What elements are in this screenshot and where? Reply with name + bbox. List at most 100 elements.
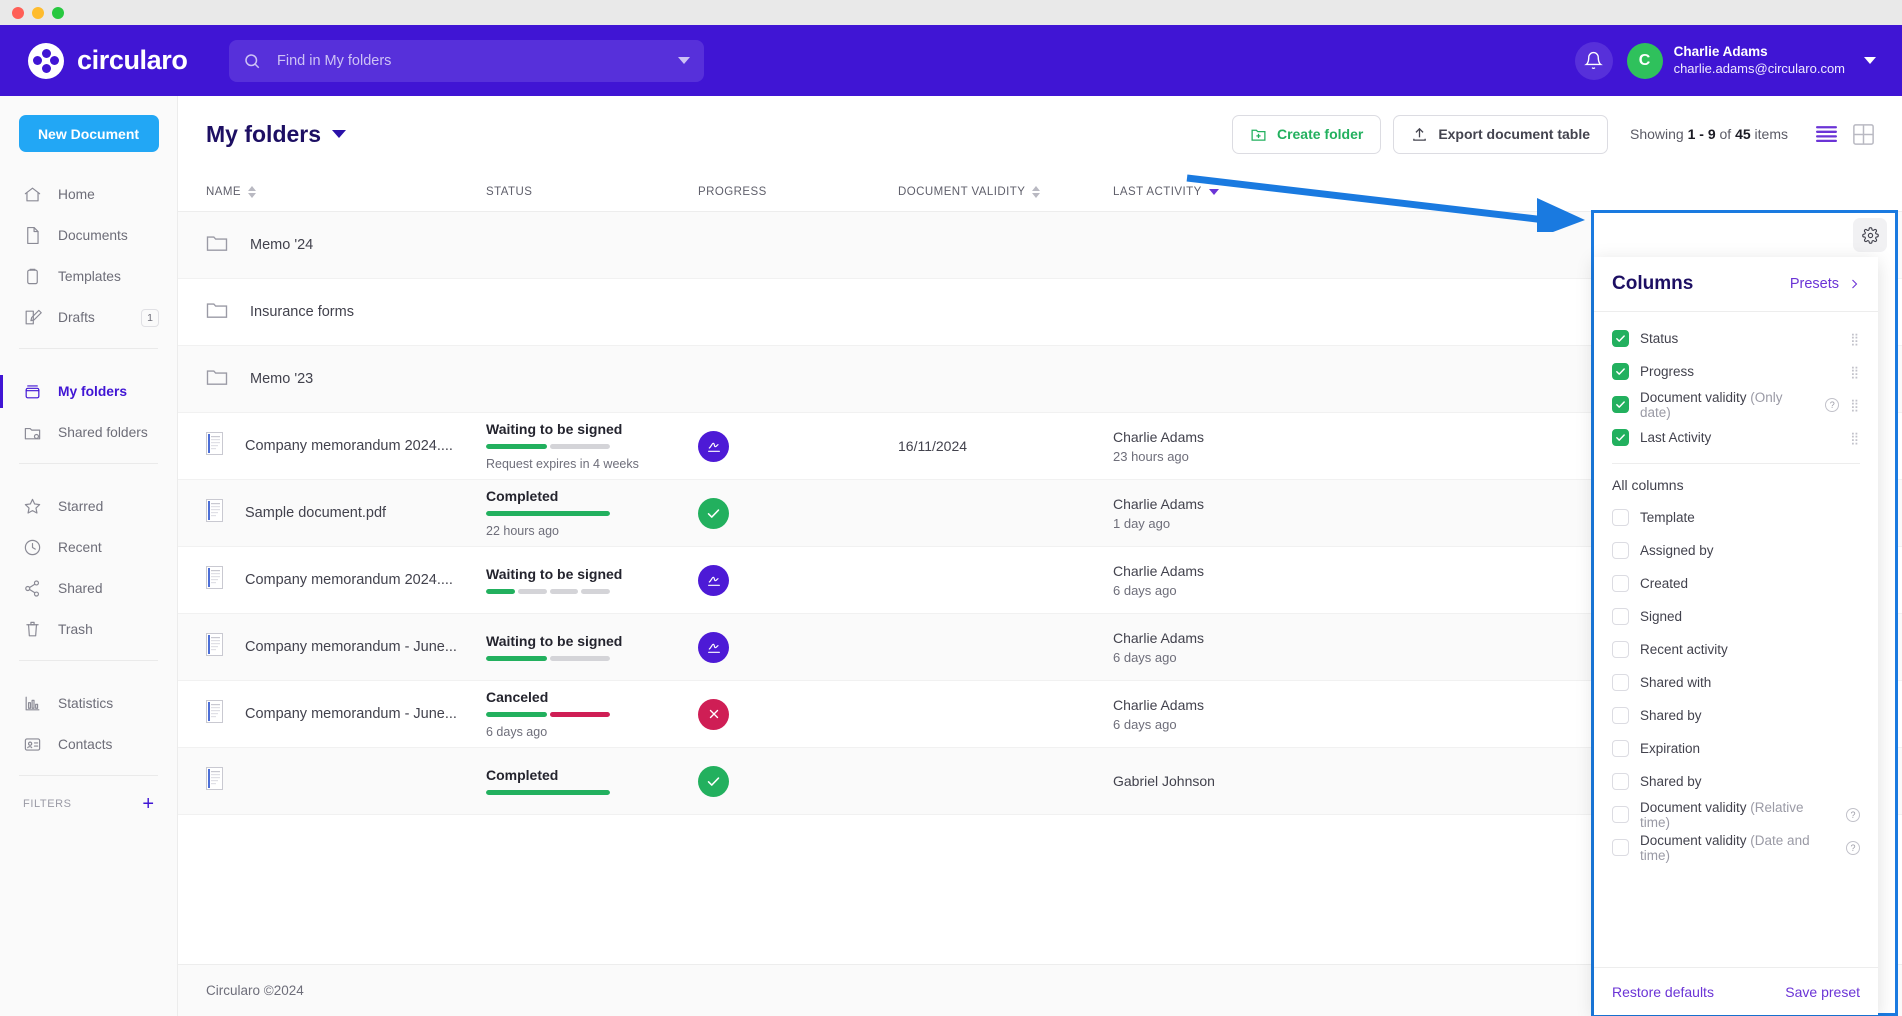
column-checkbox[interactable] xyxy=(1612,674,1629,691)
column-checkbox[interactable] xyxy=(1612,707,1629,724)
chevron-down-icon[interactable] xyxy=(1864,57,1876,64)
sort-icon[interactable] xyxy=(1032,186,1040,198)
notifications-button[interactable] xyxy=(1575,42,1613,80)
sidebar-group-2: Starred Recent SharedTrash xyxy=(0,486,177,650)
available-column-shared-by[interactable]: Shared by xyxy=(1594,765,1878,798)
column-label: Progress xyxy=(1640,364,1694,379)
sidebar-item-recent[interactable]: Recent xyxy=(0,527,177,568)
sidebar-item-home[interactable]: Home xyxy=(0,174,177,215)
row-progress-cell xyxy=(698,431,898,462)
save-preset-button[interactable]: Save preset xyxy=(1785,984,1860,1000)
column-header-progress[interactable]: PROGRESS xyxy=(698,186,898,198)
add-filter-icon[interactable]: + xyxy=(142,794,154,814)
available-column-document-validity-date-and-time[interactable]: Document validity (Date and time)? xyxy=(1594,831,1878,864)
sidebar-item-my-folders[interactable]: My folders xyxy=(0,371,177,412)
available-column-expiration[interactable]: Expiration xyxy=(1594,732,1878,765)
sidebar-item-shared-folders[interactable]: Shared folders xyxy=(0,412,177,453)
create-folder-button[interactable]: Create folder xyxy=(1232,115,1381,154)
drag-handle-icon[interactable]: ⣿ xyxy=(1850,336,1860,342)
filters-section: FILTERS + xyxy=(0,786,177,814)
progress-status-badge xyxy=(698,565,729,596)
sidebar-item-statistics[interactable]: Statistics xyxy=(0,683,177,724)
column-checkbox[interactable] xyxy=(1612,542,1629,559)
chevron-down-icon[interactable] xyxy=(678,57,690,64)
brand-logo[interactable]: circularo xyxy=(28,43,200,79)
column-label: Template xyxy=(1640,510,1695,525)
sidebar-item-starred[interactable]: Starred xyxy=(0,486,177,527)
sort-descending-icon[interactable] xyxy=(1209,189,1219,195)
column-header-name[interactable]: NAME xyxy=(206,186,486,198)
row-name-cell: Memo '24 xyxy=(206,233,486,257)
share-icon xyxy=(23,579,42,598)
row-name-text: Company memorandum - June... xyxy=(245,639,457,655)
user-menu[interactable]: C Charlie Adams charlie.adams@circularo.… xyxy=(1627,43,1876,79)
column-checkbox[interactable] xyxy=(1612,740,1629,757)
selected-column-document-validity-only-date[interactable]: Document validity (Only date)?⣿ xyxy=(1594,388,1878,421)
column-checkbox[interactable] xyxy=(1612,396,1629,413)
available-column-shared-with[interactable]: Shared with xyxy=(1594,666,1878,699)
sort-icon[interactable] xyxy=(248,186,256,198)
sidebar-item-templates[interactable]: Templates xyxy=(0,256,177,297)
avatar: C xyxy=(1627,43,1663,79)
star-icon xyxy=(23,497,42,516)
drag-handle-icon[interactable]: ⣿ xyxy=(1850,369,1860,375)
help-icon[interactable]: ? xyxy=(1846,841,1860,855)
column-checkbox[interactable] xyxy=(1612,839,1629,856)
help-icon[interactable]: ? xyxy=(1846,808,1860,822)
selected-column-status[interactable]: Status⣿ xyxy=(1594,322,1878,355)
selected-column-progress[interactable]: Progress ⣿ xyxy=(1594,355,1878,388)
row-activity-cell: Charlie Adams6 days ago xyxy=(1113,563,1363,598)
list-view-icon[interactable] xyxy=(1816,125,1837,143)
table-settings-button[interactable] xyxy=(1853,218,1887,252)
available-column-created[interactable]: Created xyxy=(1594,567,1878,600)
new-document-button[interactable]: New Document xyxy=(19,115,159,152)
sidebar-item-shared[interactable]: Shared xyxy=(0,568,177,609)
column-checkbox[interactable] xyxy=(1612,806,1629,823)
page-title[interactable]: My folders xyxy=(206,121,346,148)
column-header-document-validity[interactable]: DOCUMENT VALIDITY xyxy=(898,186,1113,198)
sidebar-item-label: Recent xyxy=(58,540,102,555)
sidebar-item-documents[interactable]: Documents xyxy=(0,215,177,256)
columns-panel-title: Columns xyxy=(1612,273,1693,295)
column-checkbox[interactable] xyxy=(1612,608,1629,625)
search-input[interactable] xyxy=(277,53,690,69)
row-status-label: Waiting to be signed xyxy=(486,421,671,437)
available-column-recent-activity[interactable]: Recent activity xyxy=(1594,633,1878,666)
sidebar-item-drafts[interactable]: Drafts1 xyxy=(0,297,177,338)
available-column-shared-by[interactable]: Shared by xyxy=(1594,699,1878,732)
sidebar-item-trash[interactable]: Trash xyxy=(0,609,177,650)
column-checkbox[interactable] xyxy=(1612,641,1629,658)
drag-handle-icon[interactable]: ⣿ xyxy=(1850,435,1860,441)
column-checkbox[interactable] xyxy=(1612,429,1629,446)
chevron-down-icon[interactable] xyxy=(332,130,346,138)
window-maximize-button[interactable] xyxy=(52,7,64,19)
export-document-table-button[interactable]: Export document table xyxy=(1393,115,1608,154)
column-checkbox[interactable] xyxy=(1612,773,1629,790)
column-label: Shared with xyxy=(1640,675,1711,690)
row-name-text: Company memorandum 2024.... xyxy=(245,572,453,588)
column-checkbox[interactable] xyxy=(1612,330,1629,347)
column-header-status[interactable]: STATUS xyxy=(486,186,698,198)
window-close-button[interactable] xyxy=(12,7,24,19)
row-progress-cell xyxy=(698,565,898,596)
available-column-document-validity-relative-time[interactable]: Document validity (Relative time)? xyxy=(1594,798,1878,831)
column-checkbox[interactable] xyxy=(1612,363,1629,380)
column-header-last-activity[interactable]: LAST ACTIVITY xyxy=(1113,186,1363,198)
selected-column-last-activity[interactable]: Last Activity ⣿ xyxy=(1594,421,1878,454)
column-checkbox[interactable] xyxy=(1612,509,1629,526)
available-column-signed[interactable]: Signed xyxy=(1594,600,1878,633)
global-search[interactable] xyxy=(229,40,704,82)
window-minimize-button[interactable] xyxy=(32,7,44,19)
column-checkbox[interactable] xyxy=(1612,575,1629,592)
help-icon[interactable]: ? xyxy=(1825,398,1839,412)
row-name-cell: Sample document.pdf xyxy=(206,499,486,527)
available-column-template[interactable]: Template xyxy=(1594,501,1878,534)
presets-button[interactable]: Presets xyxy=(1790,276,1860,292)
divider xyxy=(1612,463,1860,464)
grid-view-icon[interactable] xyxy=(1853,124,1874,145)
restore-defaults-button[interactable]: Restore defaults xyxy=(1612,984,1714,1000)
drag-handle-icon[interactable]: ⣿ xyxy=(1850,402,1860,408)
sidebar-item-contacts[interactable]: Contacts xyxy=(0,724,177,765)
available-column-assigned-by[interactable]: Assigned by xyxy=(1594,534,1878,567)
column-label: Last Activity xyxy=(1640,430,1711,445)
